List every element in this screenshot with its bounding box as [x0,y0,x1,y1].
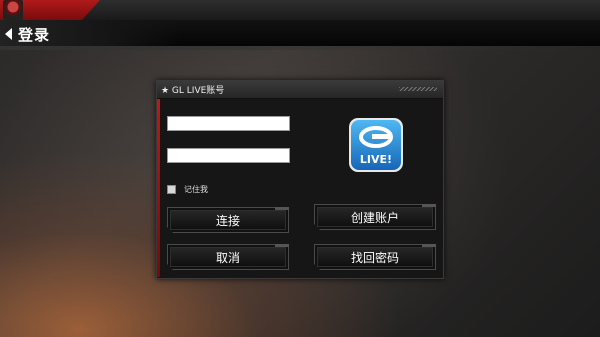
avatar[interactable] [3,0,23,20]
chevron-left-icon [5,28,12,40]
gameloft-live-logo: LIVE! [349,118,403,172]
cancel-button[interactable]: 取消 [167,244,289,270]
connect-button[interactable]: 连接 [167,207,289,233]
svg-text:LIVE!: LIVE! [360,153,392,166]
page-title: 登录 [18,26,51,44]
remember-me-checkbox[interactable] [167,185,176,194]
remember-me-toggle[interactable]: 记住我 [167,184,208,195]
header-stripes [399,87,437,91]
recover-password-button[interactable]: 找回密码 [314,244,436,270]
dialog-header: ★ GL LIVE账号 [157,81,443,99]
dialog-red-accent [157,99,160,277]
dialog-title: ★ GL LIVE账号 [161,86,225,96]
create-account-button[interactable]: 创建账户 [314,204,436,230]
title-underline [0,46,600,50]
password-field[interactable] [167,148,290,163]
username-field[interactable] [167,116,290,131]
back-button[interactable] [2,26,16,42]
gl-live-login-dialog: ★ GL LIVE账号 记住我 LIVE! 连接 创建账户 取消 找回密码 [156,80,444,279]
remember-me-label: 记住我 [184,185,208,194]
